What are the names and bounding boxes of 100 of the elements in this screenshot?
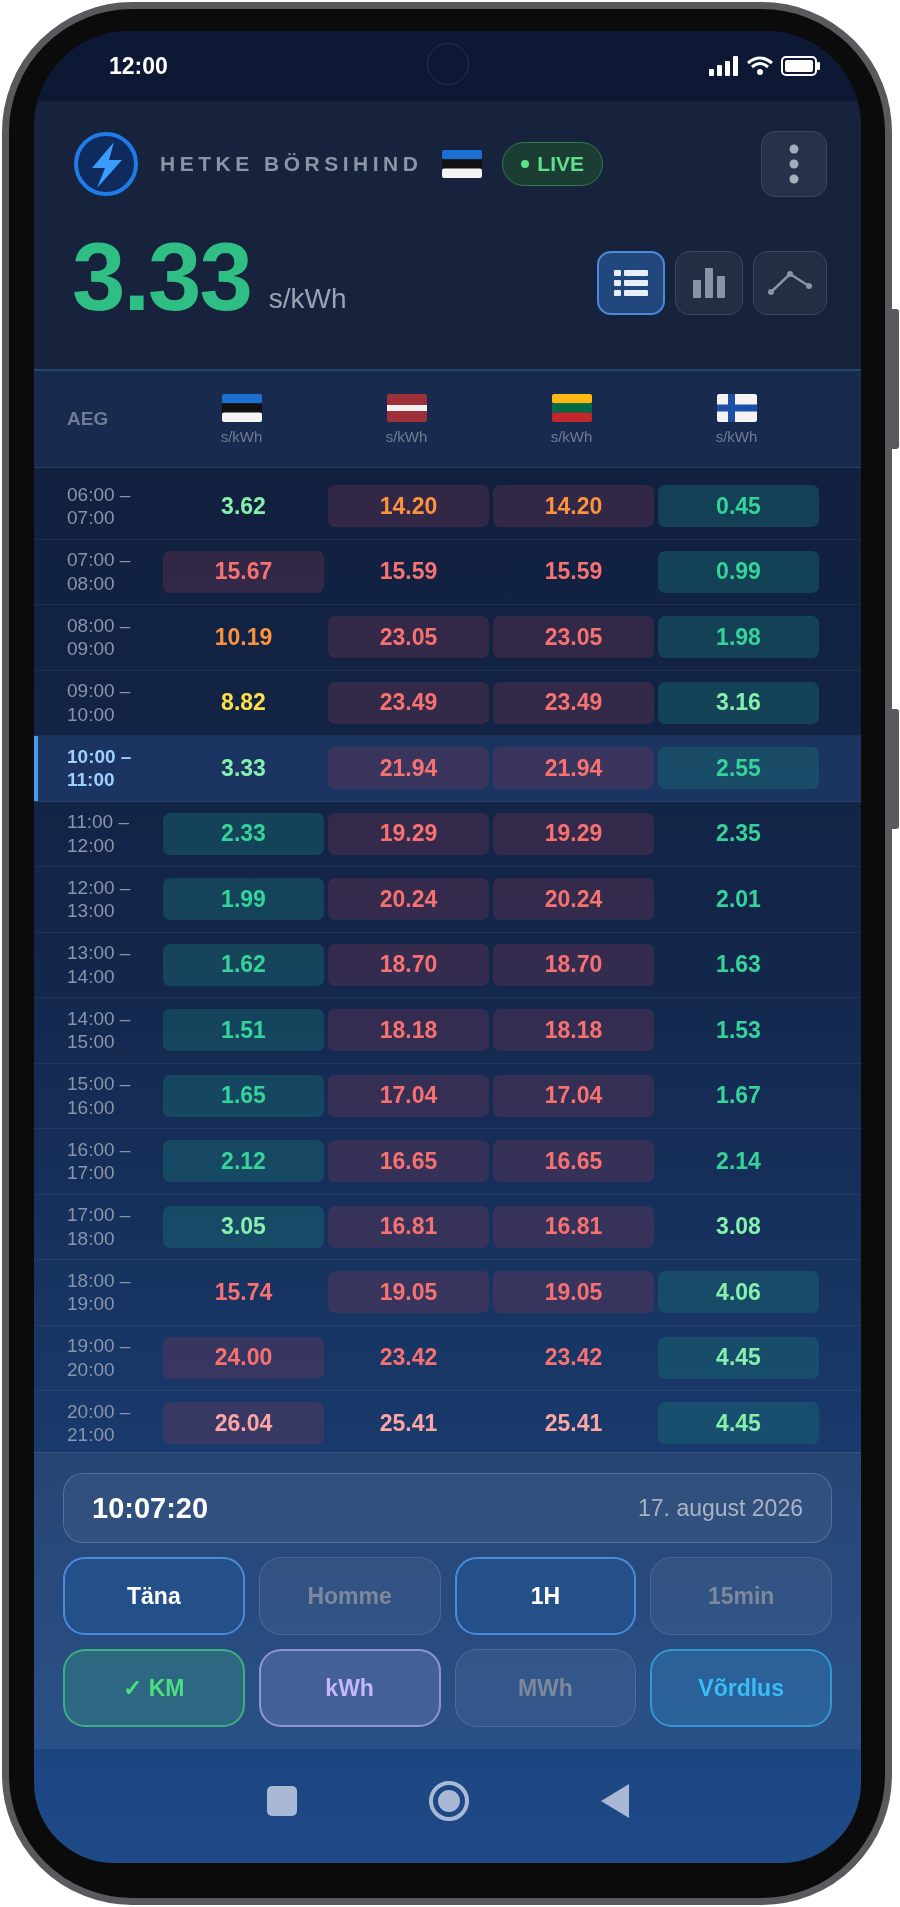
price-value: 4.06 [716, 1278, 761, 1306]
view-toggle[interactable] [597, 251, 665, 315]
price-value: 16.65 [379, 1147, 438, 1175]
price-value: 17.04 [544, 1082, 603, 1110]
price-value: 21.94 [544, 754, 603, 782]
view-toggle[interactable] [675, 251, 743, 315]
time-cell-text: 12:00 – 13:00 [67, 875, 132, 923]
time-cell-text: 07:00 – 08:00 [67, 548, 132, 596]
price-value: 15.67 [214, 558, 273, 586]
price-value: 18.18 [544, 1016, 603, 1044]
price-value: 1.67 [716, 1082, 761, 1110]
time-cell-text: 19:00 – 20:00 [67, 1334, 132, 1382]
price-value: 21.94 [379, 754, 438, 782]
price-value: 2.14 [716, 1147, 761, 1175]
flag-icon [442, 150, 483, 178]
time-cell-text: 16:00 – 17:00 [67, 1137, 132, 1185]
price-value: 18.70 [379, 951, 438, 979]
price-value: 2.12 [221, 1147, 266, 1175]
option-button[interactable]: ✓ KM [63, 1649, 245, 1727]
price-value: 20.24 [544, 885, 603, 913]
price-value: 1.51 [221, 1016, 266, 1044]
time-cell-text: 09:00 – 10:00 [67, 679, 132, 727]
price-value: 1.65 [221, 1082, 266, 1110]
option-button[interactable]: MWh [454, 1649, 637, 1727]
price-value: 3.08 [716, 1213, 761, 1241]
unit-label: s/kWh [550, 427, 593, 445]
time-cell-text: 18:00 – 19:00 [67, 1268, 132, 1316]
price-value: 15.74 [214, 1278, 273, 1306]
option-button[interactable]: Võrdlus [650, 1649, 832, 1727]
unit-label: s/kWh [715, 427, 758, 445]
price-value: 10.19 [214, 623, 273, 651]
signal-icon [709, 56, 739, 76]
wifi-icon [747, 56, 773, 76]
list-icon [614, 270, 648, 296]
price-value: 18.18 [379, 1016, 438, 1044]
price-value: 15.59 [544, 558, 603, 586]
price-value: 4.45 [716, 1409, 761, 1437]
price-value: 1.62 [221, 951, 266, 979]
view-toggle[interactable] [753, 251, 827, 315]
home-icon[interactable] [427, 1780, 470, 1822]
current-row-marker [34, 736, 38, 801]
time-cell-text: 17:00 – 18:00 [67, 1203, 132, 1251]
price-value: 3.16 [716, 689, 761, 717]
flag-icon [221, 393, 262, 422]
bar-chart-icon [693, 268, 725, 298]
price-value: 19.05 [544, 1278, 603, 1306]
price-value: 25.41 [379, 1409, 438, 1437]
menu-button[interactable] [761, 131, 827, 197]
current-price: 3.33 [72, 229, 251, 325]
price-value: 23.49 [544, 689, 603, 717]
clock-date: 17. august 2026 [638, 1494, 803, 1522]
price-value: 2.33 [221, 820, 266, 848]
price-value: 23.42 [379, 1344, 438, 1372]
period-button[interactable]: 1H [454, 1557, 637, 1635]
option-button[interactable]: kWh [258, 1649, 441, 1727]
price-value: 14.20 [379, 492, 438, 520]
lightning-logo-icon [72, 130, 140, 198]
price-unit: s/kWh [268, 283, 347, 315]
price-value: 3.33 [221, 754, 266, 782]
price-value: 1.53 [716, 1016, 761, 1044]
time-cell-text: 08:00 – 09:00 [67, 613, 132, 661]
price-value: 19.29 [379, 820, 438, 848]
price-value: 23.49 [379, 689, 438, 717]
time-cell-text: 15:00 – 16:00 [67, 1072, 132, 1120]
time-cell-text: 06:00 – 07:00 [67, 482, 132, 530]
price-value: 1.99 [221, 885, 266, 913]
period-button[interactable]: 15min [650, 1557, 832, 1635]
unit-label: s/kWh [385, 427, 428, 445]
price-value: 0.45 [716, 492, 761, 520]
price-value: 19.29 [544, 820, 603, 848]
price-value: 3.05 [221, 1213, 266, 1241]
period-button[interactable]: Homme [258, 1557, 441, 1635]
time-cell-text: 14:00 – 15:00 [67, 1006, 132, 1054]
period-button[interactable]: Täna [63, 1557, 245, 1635]
price-value: 23.05 [544, 623, 603, 651]
price-value: 3.62 [221, 492, 266, 520]
price-value: 8.82 [221, 689, 266, 717]
price-value: 18.70 [544, 951, 603, 979]
price-value: 1.98 [716, 623, 761, 651]
flag-icon [716, 393, 757, 422]
price-value: 1.63 [716, 951, 761, 979]
price-value: 23.05 [379, 623, 438, 651]
flag-icon [386, 393, 427, 422]
time-cell-text: 20:00 – 21:00 [67, 1399, 132, 1447]
back-icon[interactable] [599, 1783, 630, 1819]
flag-icon [551, 393, 592, 422]
price-value: 4.45 [716, 1344, 761, 1372]
price-value: 19.05 [379, 1278, 438, 1306]
battery-icon [781, 56, 821, 76]
price-value: 16.65 [544, 1147, 603, 1175]
status-time: 12:00 [109, 51, 169, 81]
price-value: 16.81 [379, 1213, 438, 1241]
recents-icon[interactable] [265, 1785, 298, 1817]
unit-label: s/kWh [220, 427, 263, 445]
price-value: 0.99 [716, 558, 761, 586]
price-value: 25.41 [544, 1409, 603, 1437]
time-cell-text: 10:00 – 11:00 [67, 744, 133, 792]
price-value: 26.04 [214, 1409, 273, 1437]
price-value: 20.24 [379, 885, 438, 913]
time-cell-text: 13:00 – 14:00 [67, 941, 132, 989]
